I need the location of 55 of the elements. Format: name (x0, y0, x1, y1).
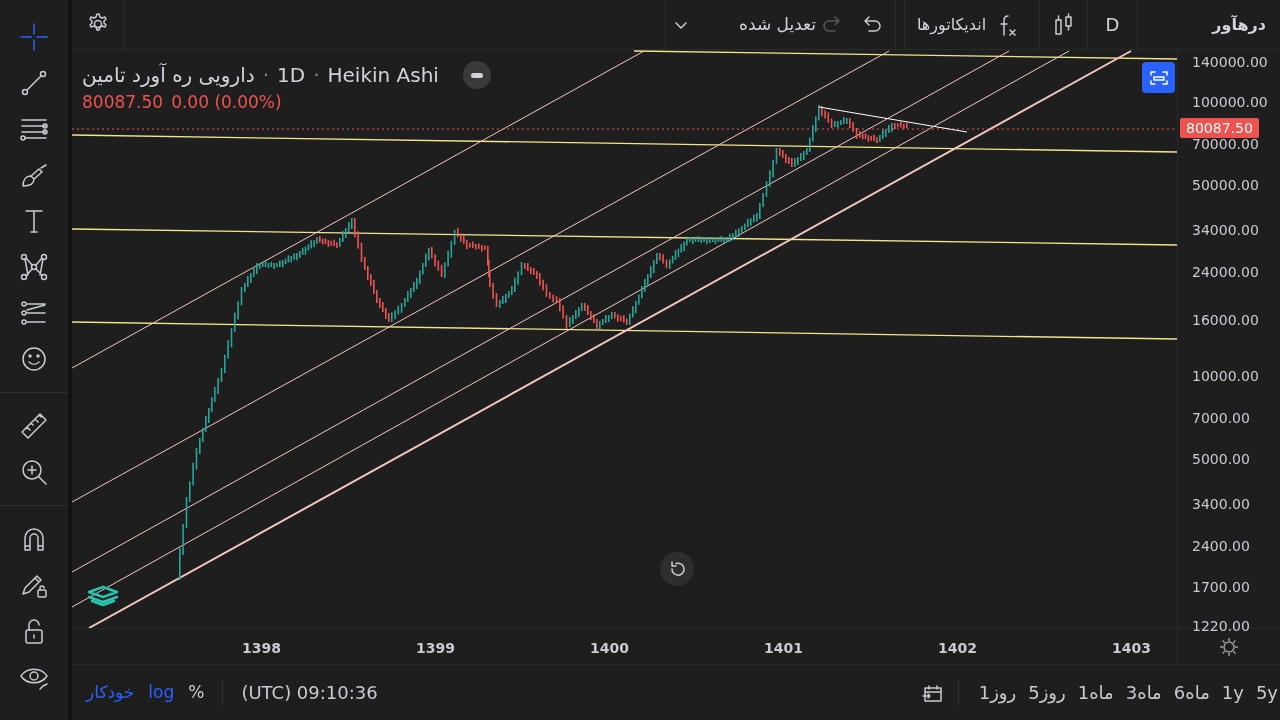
range-button[interactable]: 5y (1253, 679, 1280, 706)
price-axis-label: 70000.00 (1192, 136, 1259, 153)
price-axis-label: 50000.00 (1192, 176, 1259, 193)
adjustment-dropdown[interactable]: تعدیل شده (665, 0, 905, 50)
fullscreen-icon[interactable] (1148, 68, 1169, 87)
smiley-icon[interactable] (19, 344, 49, 374)
price-axis-label: 1220.00 (1192, 618, 1250, 635)
separator-dot: · (313, 62, 320, 89)
price-axis-label: 100000.00 (1192, 94, 1268, 111)
calendar-goto-icon[interactable] (921, 682, 944, 703)
trend-line-icon[interactable] (19, 68, 49, 98)
time-axis-label: 1398 (242, 639, 281, 658)
range-button[interactable]: 6ماه (1171, 679, 1212, 706)
range-button[interactable]: 1y (1219, 679, 1246, 706)
price-axis-label: 10000.00 (1192, 368, 1259, 385)
ruler-icon[interactable] (19, 411, 49, 441)
price-axis-label: 3400.00 (1192, 496, 1250, 513)
interval-label: 1D (277, 62, 306, 89)
range-button[interactable]: 1ماه (1075, 679, 1116, 706)
zoom-in-icon[interactable] (19, 457, 49, 487)
reset-button[interactable] (660, 552, 694, 586)
price-axis-label: 16000.00 (1192, 312, 1259, 329)
price-value: 80087.50 (82, 91, 164, 114)
scale-toggle[interactable]: % (188, 679, 205, 706)
price-change: 0.00 (0.00%) (171, 91, 282, 114)
settings-icon[interactable] (1219, 636, 1239, 657)
last-price-badge: 80087.50 (1180, 118, 1259, 139)
price-axis-label: 2400.00 (1192, 537, 1250, 554)
forecast-icon[interactable] (19, 298, 49, 328)
price-axis-label: 7000.00 (1192, 410, 1250, 427)
layers-logo-icon[interactable] (87, 584, 119, 608)
price-axis-label: 140000.00 (1192, 54, 1268, 70)
symbol-button[interactable]: درهآور (1138, 0, 1280, 50)
price-axis-label: 24000.00 (1192, 263, 1259, 280)
time-axis-label: 1403 (1112, 639, 1151, 658)
pattern-icon[interactable] (19, 252, 49, 282)
price-axis-label: 5000.00 (1192, 450, 1250, 467)
indicators-button[interactable]: اندیکاتورها (895, 0, 1040, 50)
range-button[interactable]: 1روز (976, 679, 1019, 706)
price-axis-label: 1700.00 (1192, 578, 1250, 595)
separator-dot: · (262, 62, 269, 89)
range-button[interactable]: 5روز (1026, 679, 1068, 706)
time-axis-label: 1402 (938, 639, 977, 658)
price-axis-label: 34000.00 (1192, 222, 1259, 239)
hide-button[interactable] (462, 61, 491, 89)
time-axis-label: 1400 (590, 639, 629, 658)
symbol-title: دارویی ره آورد تامین (82, 62, 255, 89)
chart-type-label: Heikin Ashi (327, 62, 439, 89)
time-axis-label: 1401 (764, 639, 803, 658)
crosshair-icon[interactable] (19, 22, 49, 52)
interval-button[interactable]: D (1088, 0, 1138, 50)
time-axis-label: 1399 (416, 639, 455, 658)
range-button[interactable]: 3ماه (1123, 679, 1164, 706)
clock-time: (UTC) 09:10:36 (241, 681, 378, 705)
fullscreen-button[interactable] (1142, 62, 1175, 93)
